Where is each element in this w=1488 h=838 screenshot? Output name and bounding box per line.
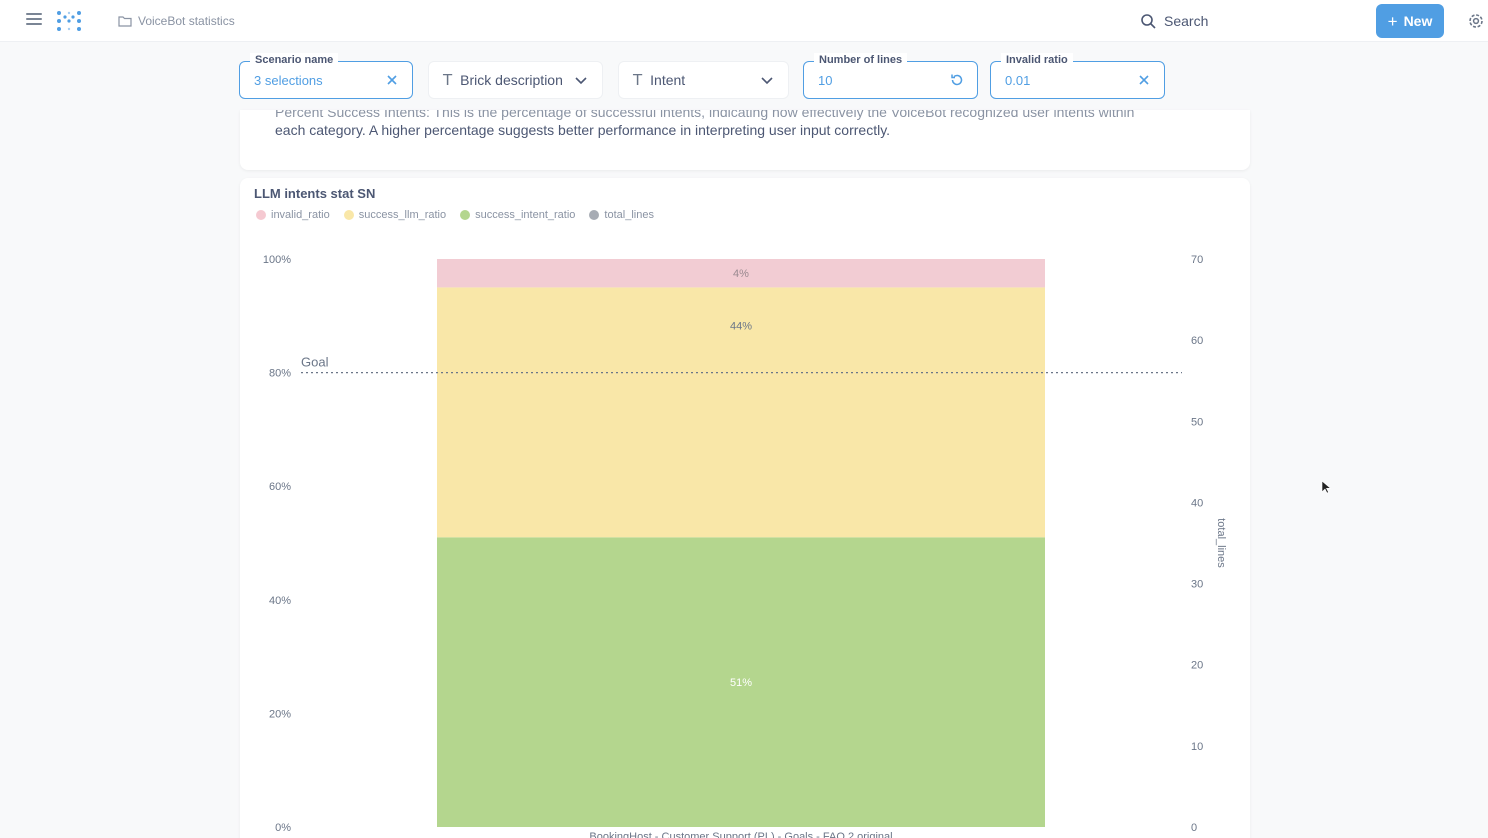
y-axis-right-tick: 30 bbox=[1191, 579, 1203, 591]
filter-value: 10 bbox=[818, 73, 833, 88]
filter-bar: Scenario name 3 selections T Brick descr… bbox=[0, 52, 1488, 110]
y-axis-right-label: total_lines bbox=[1215, 518, 1227, 568]
chevron-down-icon bbox=[575, 77, 587, 85]
top-navigation-bar: VoiceBot statistics Search + New bbox=[0, 0, 1488, 42]
y-axis-right-tick: 0 bbox=[1191, 822, 1197, 834]
goal-label: Goal bbox=[301, 355, 329, 370]
app-logo-icon[interactable] bbox=[56, 10, 82, 32]
brick-description-filter[interactable]: T Brick description bbox=[428, 61, 603, 99]
bar-data-label: 44% bbox=[730, 320, 752, 332]
y-axis-right-tick: 10 bbox=[1191, 741, 1203, 753]
folder-icon bbox=[118, 16, 132, 27]
chart-svg: 0% 20% 40% 60% 80% 100% 0 10 20 30 40 50 60 70 total_l… bbox=[263, 254, 1227, 838]
filter-label: Number of lines bbox=[814, 53, 908, 67]
bar-data-label: 51% bbox=[730, 677, 752, 689]
clear-icon[interactable] bbox=[384, 72, 400, 88]
chevron-down-icon bbox=[761, 77, 773, 85]
filter-value: 3 selections bbox=[254, 73, 323, 88]
reset-icon[interactable] bbox=[949, 72, 965, 88]
y-axis-left-tick: 40% bbox=[269, 595, 291, 607]
filter-value: 0.01 bbox=[1005, 73, 1031, 88]
y-axis-left-tick: 0% bbox=[275, 822, 291, 834]
chart-card: LLM intents stat SN invalid_ratio success… bbox=[240, 178, 1250, 838]
breadcrumb[interactable]: VoiceBot statistics bbox=[118, 13, 235, 29]
y-axis-left-tick: 20% bbox=[269, 708, 291, 720]
new-button[interactable]: + New bbox=[1376, 4, 1444, 38]
scenario-name-filter[interactable]: Scenario name 3 selections bbox=[239, 53, 413, 99]
intent-filter[interactable]: T Intent bbox=[618, 61, 789, 99]
filter-label: Invalid ratio bbox=[1001, 53, 1073, 67]
plus-icon: + bbox=[1387, 11, 1398, 31]
description-card: Percent Success Intents: This is the per… bbox=[240, 110, 1250, 170]
y-axis-right-tick: 20 bbox=[1191, 660, 1203, 672]
y-axis-left-tick: 60% bbox=[269, 481, 291, 493]
invalid-ratio-filter[interactable]: Invalid ratio 0.01 bbox=[990, 53, 1165, 99]
description-line-cut: Percent Success Intents: This is the per… bbox=[275, 110, 1135, 120]
filter-label: Scenario name bbox=[250, 53, 339, 67]
y-axis-right-tick: 40 bbox=[1191, 497, 1203, 509]
mouse-cursor-icon bbox=[1321, 480, 1331, 494]
breadcrumb-label: VoiceBot statistics bbox=[138, 14, 235, 28]
search-button[interactable]: Search bbox=[1140, 11, 1208, 31]
y-axis-right-tick: 70 bbox=[1191, 254, 1203, 266]
clear-icon[interactable] bbox=[1136, 72, 1152, 88]
new-button-label: New bbox=[1403, 13, 1433, 29]
y-axis-left-tick: 80% bbox=[269, 368, 291, 380]
search-label: Search bbox=[1164, 13, 1209, 29]
y-axis-left-tick: 100% bbox=[263, 254, 291, 266]
x-axis-category-label: BookingHost - Customer Support (PL) - Go… bbox=[589, 831, 892, 838]
filter-label: Intent bbox=[650, 72, 686, 88]
text-type-icon: T bbox=[443, 71, 453, 89]
text-type-icon: T bbox=[633, 71, 643, 89]
y-axis-right-tick: 60 bbox=[1191, 335, 1203, 347]
y-axis-right-tick: 50 bbox=[1191, 416, 1203, 428]
gear-icon[interactable] bbox=[1467, 12, 1485, 30]
menu-icon[interactable] bbox=[26, 13, 42, 27]
search-icon bbox=[1141, 14, 1156, 29]
bar-data-label: 4% bbox=[733, 268, 749, 280]
filter-label: Brick description bbox=[460, 72, 563, 88]
number-of-lines-filter[interactable]: Number of lines 10 bbox=[803, 53, 978, 99]
description-line: each category. A higher percentage sugge… bbox=[275, 122, 891, 138]
